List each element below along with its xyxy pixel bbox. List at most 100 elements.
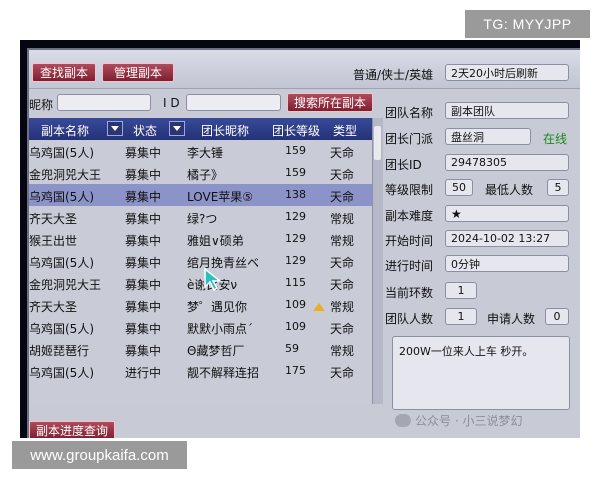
scrollbar-thumb[interactable] [374,126,381,160]
status-filter-dropdown[interactable] [169,121,185,136]
cell-type: 天命 [330,322,355,336]
cell-status: 募集中 [125,300,162,314]
nickname-input[interactable] [57,94,151,111]
top-toolbar: 查找副本 管理副本 普通/侠士/英雄 2天20小时后刷新 [29,50,580,89]
rank-up-arrow-icon [313,303,325,311]
cell-type: 天命 [330,366,355,380]
cell-leader: Θ藏梦哲厂 [187,344,245,358]
header-type: 类型 [333,124,358,138]
cell-name: 齐天大圣 [29,300,78,314]
cell-leader: 默默小雨点´ [187,322,254,336]
cell-leader: 绿?つ [187,212,218,226]
elapsed-label: 进行时间 [385,259,434,273]
cell-level: 59 [285,342,299,355]
table-row[interactable]: 齐天大圣 募集中 绿?つ 129 常规 [29,206,372,228]
cell-name: 乌鸡国(5人) [29,366,94,380]
round-value: 1 [445,282,477,299]
level-limit-value: 50 [445,179,473,196]
cell-leader: LOVE苹果⑤ [187,190,254,204]
table-row[interactable]: 金兜洞兕大王 募集中 橘子》 159 天命 [29,162,372,184]
table-scrollbar[interactable] [372,118,383,404]
cell-status: 募集中 [125,322,162,336]
min-people-label: 最低人数 [485,183,534,197]
team-note: 200W一位来人上车 秒开。 [392,336,570,410]
round-label: 当前环数 [385,286,434,300]
cell-name: 齐天大圣 [29,212,78,226]
table-row[interactable]: 乌鸡国(5人) 进行中 靓不解释连招 175 天命 [29,360,372,382]
cell-level: 138 [285,188,306,201]
table-row[interactable]: 乌鸡国(5人) 募集中 李大锤 159 天命 [29,140,372,162]
cell-leader: 靓不解释连招 [187,366,260,380]
cell-type: 天命 [330,146,355,160]
difficulty-label: 副本难度 [385,209,434,223]
cell-type: 天命 [330,256,355,270]
id-input[interactable] [186,94,281,111]
cell-level: 109 [285,298,306,311]
cell-name: 乌鸡国(5人) [29,190,94,204]
applicants-value: 0 [545,308,569,325]
cell-name: 金兜洞兕大王 [29,168,102,182]
start-time-value: 2024-10-02 13:27 [445,230,569,247]
sect-value: 盘丝洞 [445,128,531,145]
leader-id-value: 29478305 [445,154,569,171]
refresh-timer: 2天20小时后刷新 [445,64,569,81]
dungeon-progress-button[interactable]: 副本进度查询 [29,421,115,438]
table-row[interactable]: 胡姬琵琶行 募集中 Θ藏梦哲厂 59 常规 [29,338,372,360]
cursor-icon [204,267,223,292]
cell-level: 129 [285,254,306,267]
table-row[interactable]: 乌鸡国(5人) 募集中 绾月挽青丝ベ 129 天命 [29,250,372,272]
cell-leader: 橘子》 [187,168,224,182]
sect-label: 团长门派 [385,132,434,146]
cell-name: 乌鸡国(5人) [29,322,94,336]
cell-type: 常规 [330,344,355,358]
cell-type: 常规 [330,234,355,248]
search-dungeon-button[interactable]: 搜索所在副本 [287,93,373,112]
leader-id-label: 团长ID [385,158,422,172]
cell-type: 天命 [330,168,355,182]
cell-type: 常规 [330,300,355,314]
wechat-icon [395,414,411,427]
header-level: 团长等级 [272,124,321,138]
cell-name: 猴王出世 [29,234,78,248]
cell-status: 进行中 [125,366,162,380]
table-row[interactable]: 金兜洞兕大王 募集中 è谢比安ν 115 天命 [29,272,372,294]
dungeon-panel: 查找副本 管理副本 普通/侠士/英雄 2天20小时后刷新 昵称 I D 搜索所在… [27,48,580,438]
cell-status: 募集中 [125,344,162,358]
cell-status: 募集中 [125,234,162,248]
cell-name: 乌鸡国(5人) [29,146,94,160]
cell-type: 天命 [330,278,355,292]
table-row[interactable]: 猴王出世 募集中 雅姐∨硕弟 129 常规 [29,228,372,250]
find-dungeon-button[interactable]: 查找副本 [32,63,96,82]
cell-level: 109 [285,320,306,333]
cell-level: 129 [285,232,306,245]
cell-level: 159 [285,144,306,157]
mode-label: 普通/侠士/英雄 [353,68,434,82]
name-filter-dropdown[interactable] [107,121,123,136]
cell-status: 募集中 [125,168,162,182]
cell-status: 募集中 [125,256,162,270]
table-row[interactable]: 乌鸡国(5人) 募集中 默默小雨点´ 109 天命 [29,316,372,338]
cell-leader: 李大锤 [187,146,224,160]
min-people-value: 5 [547,179,569,196]
cell-name: 乌鸡国(5人) [29,256,94,270]
start-time-label: 开始时间 [385,234,434,248]
team-name-value: 副本团队 [445,102,569,119]
cell-leader: 雅姐∨硕弟 [187,234,244,248]
cell-type: 天命 [330,190,355,204]
manage-dungeon-button[interactable]: 管理副本 [102,63,174,82]
table-header: 副本名称 状态 团长昵称 团长等级 类型 [29,118,372,140]
team-count-value: 1 [445,308,477,325]
team-name-label: 团队名称 [385,106,434,120]
level-limit-label: 等级限制 [385,183,434,197]
wechat-watermark-text: 公众号 · 小三说梦幻 [415,414,523,428]
id-label: I D [163,96,180,110]
wechat-watermark: 公众号 · 小三说梦幻 [395,412,522,429]
table-row-selected[interactable]: 乌鸡国(5人) 募集中 LOVE苹果⑤ 138 天命 [29,184,372,206]
cell-name: 胡姬琵琶行 [29,344,90,358]
cell-level: 115 [285,276,306,289]
cell-status: 募集中 [125,146,162,160]
cell-status: 募集中 [125,190,162,204]
header-status: 状态 [133,124,158,138]
cell-leader: 梦゜遇见你 [187,300,248,314]
dungeon-table: 乌鸡国(5人) 募集中 李大锤 159 天命 金兜洞兕大王 募集中 橘子》 15… [29,140,372,404]
